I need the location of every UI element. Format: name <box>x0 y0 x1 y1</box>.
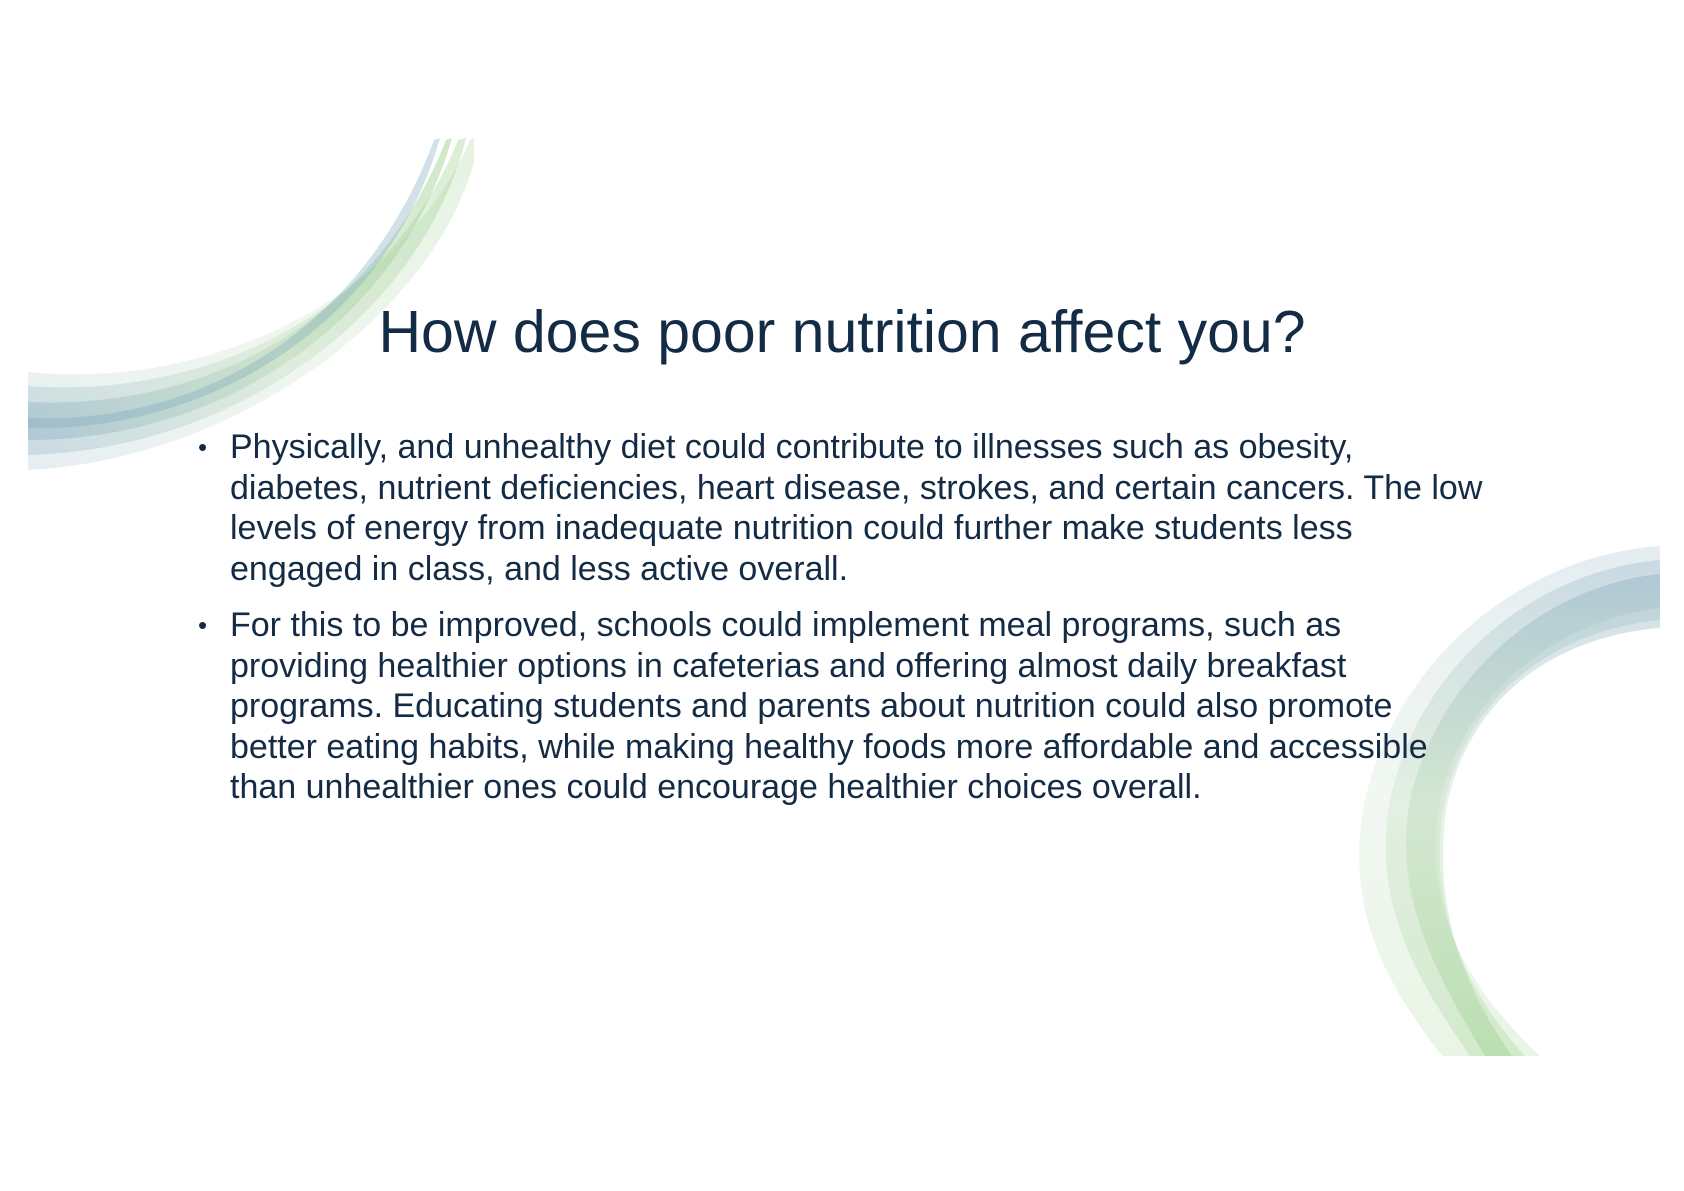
bullet-item-improvements: • For this to be improved, schools could… <box>198 605 1488 808</box>
bullet-list: • Physically, and unhealthy diet could c… <box>198 427 1488 824</box>
slide-title: How does poor nutrition affect you? <box>378 299 1306 365</box>
bullet-item-health-effects: • Physically, and unhealthy diet could c… <box>198 427 1488 589</box>
bullet-dot: • <box>198 610 208 640</box>
bullet-text: For this to be improved, schools could i… <box>230 606 1428 806</box>
bullet-dot: • <box>198 432 208 462</box>
bullet-text: Physically, and unhealthy diet could con… <box>230 428 1483 588</box>
